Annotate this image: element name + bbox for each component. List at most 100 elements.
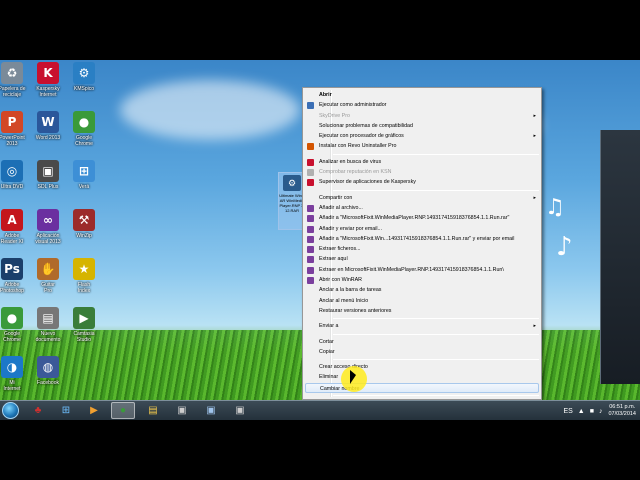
desktop-icon-label: Google Chrome [75, 135, 93, 147]
submenu-arrow-icon: ▸ [533, 133, 536, 140]
desktop-icon-label: Facebook [37, 380, 59, 386]
menu-item[interactable]: Abrir [303, 90, 541, 100]
menu-item-label: Anclar al menú Inicio [319, 297, 369, 304]
desktop-icon[interactable]: ⚙ KMSpico [62, 62, 106, 92]
menu-item[interactable]: Ejecutar como administrador [303, 100, 541, 110]
menu-item[interactable]: Crear acceso directo [303, 362, 541, 372]
menu-item-label: Añadir y enviar por email... [319, 225, 383, 232]
desktop-icon[interactable]: ◍ Facebook [26, 356, 70, 386]
menu-item[interactable]: Añadir a "MicrosoftFixit.WinMediaPlayer.… [303, 213, 541, 223]
app-icon: ◍ [37, 356, 59, 378]
menu-separator [333, 359, 539, 361]
menu-item-icon [307, 225, 314, 233]
menu-item[interactable]: Eliminar [303, 372, 541, 382]
clock[interactable]: 06:51 p.m. 07/03/2014 [608, 404, 636, 418]
menu-item[interactable]: Añadir a "MicrosoftFixit.Win...149317415… [303, 234, 541, 244]
menu-item[interactable]: Ejecutar con procesador de gráficos ▸ [303, 131, 541, 141]
app-icon: ∞ [37, 209, 59, 231]
menu-item[interactable]: Abrir con WinRAR [303, 275, 541, 285]
menu-item-icon [307, 179, 314, 187]
windows-logo-icon[interactable]: ⊞ [54, 402, 78, 419]
system-tray: ES ▲ ■ ♪ 06:51 p.m. 07/03/2014 [563, 402, 636, 420]
desktop-icon-label: WinZip [76, 233, 92, 239]
app-icon-1[interactable]: ▣ [170, 402, 194, 419]
menu-item-icon [307, 169, 314, 177]
start-button[interactable] [2, 402, 19, 419]
menu-item-label: Ejecutar con procesador de gráficos [319, 133, 404, 140]
installer-file-icon: ⚙ [283, 175, 301, 191]
app-icon: ◎ [1, 160, 23, 182]
desktop-icon[interactable]: ★ Flash Index [62, 258, 106, 294]
app-icon: ◑ [1, 356, 23, 378]
menu-item[interactable]: Anclar a la barra de tareas [303, 285, 541, 295]
menu-item[interactable]: Cambiar nombre [305, 382, 539, 394]
menu-item-label: Extraer en MicrosoftFixit.WinMediaPlayer… [319, 266, 504, 273]
desktop-icon-label: KMSpico [73, 86, 94, 92]
menu-item[interactable]: Copiar [303, 347, 541, 357]
desktop-icon[interactable]: ⊞ Verá [62, 160, 106, 190]
menu-item-icon [307, 158, 314, 166]
menu-item-label: Compartir con [319, 194, 353, 201]
menu-item[interactable]: Extraer ficheros... [303, 244, 541, 254]
music-note-icon: ♪ [556, 232, 573, 262]
clock-time: 06:51 p.m. [609, 404, 636, 410]
menu-item-label: Ejecutar como administrador [319, 102, 387, 109]
menu-item[interactable]: Analizar en busca de virus [303, 157, 541, 167]
menu-item[interactable]: Restaurar versiones anteriores [303, 306, 541, 316]
submenu-arrow-icon: ▸ [533, 323, 536, 330]
menu-item-icon [307, 266, 314, 274]
app-icon: ● [1, 307, 23, 329]
menu-item: Comprobar reputación en KSN [303, 167, 541, 177]
menu-item[interactable]: Cortar [303, 337, 541, 347]
menu-item-label: Enviar a [319, 323, 339, 330]
menu-separator [333, 395, 539, 397]
menu-item[interactable]: Supervisor de aplicaciones de Kaspersky [303, 177, 541, 187]
menu-item-icon [307, 246, 314, 254]
explorer-icon[interactable]: ▤ [141, 402, 165, 419]
menu-item[interactable]: Extraer en MicrosoftFixit.WinMediaPlayer… [303, 265, 541, 275]
menu-separator [333, 189, 539, 191]
menu-item-icon [307, 277, 314, 285]
menu-item[interactable]: Anclar al menú Inicio [303, 296, 541, 306]
menu-item-icon [307, 235, 314, 243]
tray-icon[interactable]: ♪ [599, 408, 603, 415]
menu-item[interactable]: Añadir y enviar por email... [303, 224, 541, 234]
menu-item-label: Supervisor de aplicaciones de Kaspersky [319, 179, 416, 186]
menu-item[interactable]: Extraer aquí [303, 254, 541, 264]
app-icon: ● [73, 111, 95, 133]
menu-item[interactable]: Enviar a ▸ [303, 321, 541, 331]
tray-icon[interactable]: ▲ [578, 408, 585, 415]
menu-item: SkyDrive Pro ▸ [303, 111, 541, 121]
video-letterbox-bottom [0, 420, 640, 480]
media-player-icon[interactable]: ▶ [82, 402, 106, 419]
desktop-icon[interactable]: ● Google Chrome [62, 111, 106, 147]
menu-item-label: Cortar [319, 338, 334, 345]
menu-item[interactable]: Compartir con ▸ [303, 193, 541, 203]
menu-item-label: Copiar [319, 348, 335, 355]
app-icon: ✋ [37, 258, 59, 280]
app-icon: ⚙ [73, 62, 95, 84]
pin-red-icon[interactable]: ♣ [26, 402, 50, 419]
menu-item-icon [307, 215, 314, 223]
menu-separator [333, 333, 539, 335]
app-icon: P [1, 111, 23, 133]
menu-item-icon [307, 256, 314, 264]
menu-item[interactable]: Añadir al archivo... [303, 203, 541, 213]
desktop-icon[interactable]: ▶ Camtasia Studio [62, 307, 106, 343]
app-icon-2[interactable]: ▣ [199, 402, 223, 419]
menu-item-icon [307, 143, 314, 151]
tray-icons: ES ▲ ■ ♪ [563, 408, 602, 415]
app-icon: ♻ [1, 62, 23, 84]
menu-item[interactable]: Solucionar problemas de compatibilidad [303, 121, 541, 131]
music-note-icon: ♫ [545, 195, 565, 220]
app-icon: ▤ [37, 307, 59, 329]
desktop-icon[interactable]: ⚒ WinZip [62, 209, 106, 239]
app-icon-3[interactable]: ▣ [228, 402, 252, 419]
tray-icon[interactable]: ■ [590, 408, 594, 415]
menu-item[interactable]: Instalar con Revo Uninstaller Pro [303, 141, 541, 151]
menu-item-label: Añadir al archivo... [319, 204, 363, 211]
submenu-arrow-icon: ▸ [533, 194, 536, 201]
chrome-icon[interactable]: ● [111, 402, 135, 419]
tray-icon[interactable]: ES [563, 408, 572, 415]
cloud [120, 80, 300, 140]
